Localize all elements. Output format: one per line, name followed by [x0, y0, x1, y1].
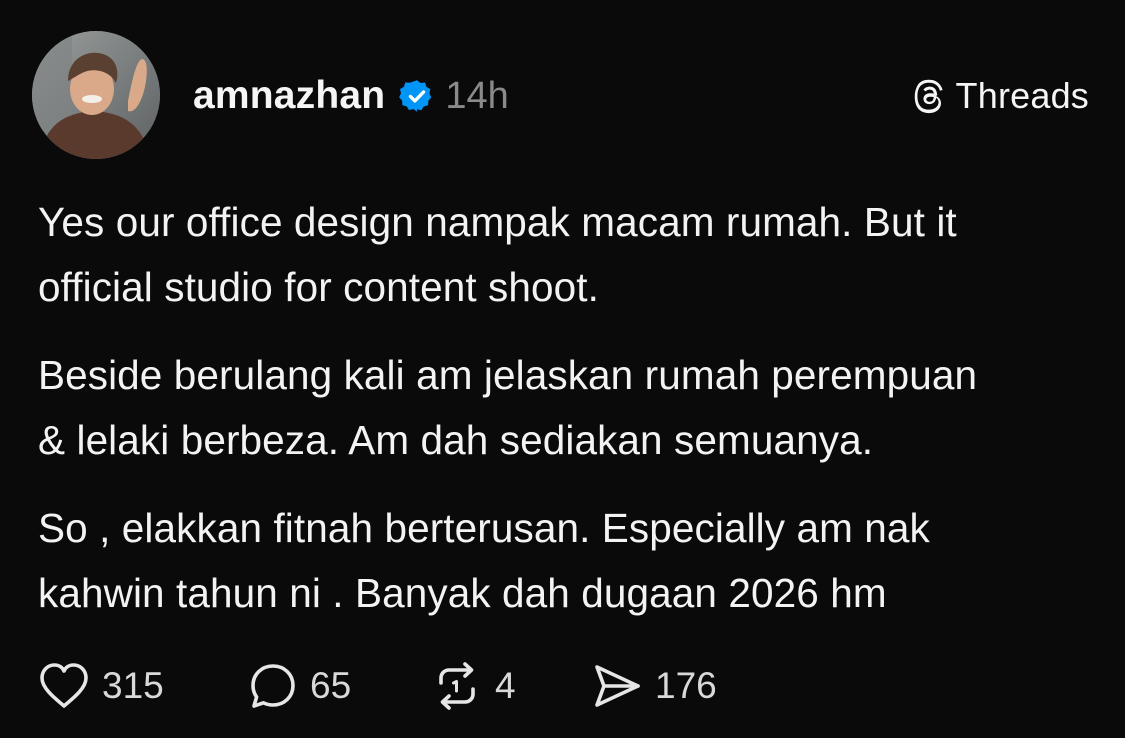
post-timestamp: 14h	[445, 74, 509, 117]
repost-icon	[431, 661, 483, 711]
repost-button[interactable]: 4	[431, 658, 591, 714]
verified-badge-icon	[399, 78, 435, 114]
threads-brand-label: Threads	[955, 75, 1089, 116]
avatar-photo-icon	[32, 31, 160, 159]
share-button[interactable]: 176	[591, 658, 717, 714]
post-header: amnazhan 14h	[193, 70, 509, 122]
threads-logo-icon	[910, 77, 948, 115]
threads-brand[interactable]: Threads	[910, 72, 1089, 120]
avatar[interactable]	[32, 31, 160, 159]
post-paragraph: So , elakkan fitnah berterusan. Especial…	[38, 505, 930, 616]
reply-count: 65	[310, 665, 352, 706]
like-count: 315	[102, 665, 164, 706]
post-actions-bar: 315 65 4 176	[38, 658, 717, 714]
heart-icon	[38, 662, 90, 710]
repost-count: 4	[495, 665, 516, 706]
send-icon	[591, 661, 643, 711]
comment-bubble-icon	[248, 661, 298, 711]
threads-post-card: amnazhan 14h Threads Yes our office desi…	[0, 0, 1125, 738]
like-button[interactable]: 315	[38, 658, 248, 714]
share-count: 176	[655, 665, 717, 706]
post-body: Yes our office design nampak macam rumah…	[38, 190, 1098, 649]
username[interactable]: amnazhan	[193, 74, 385, 118]
post-paragraph: Yes our office design nampak macam rumah…	[38, 199, 957, 310]
reply-button[interactable]: 65	[248, 658, 431, 714]
post-paragraph: Beside berulang kali am jelaskan rumah p…	[38, 352, 978, 463]
